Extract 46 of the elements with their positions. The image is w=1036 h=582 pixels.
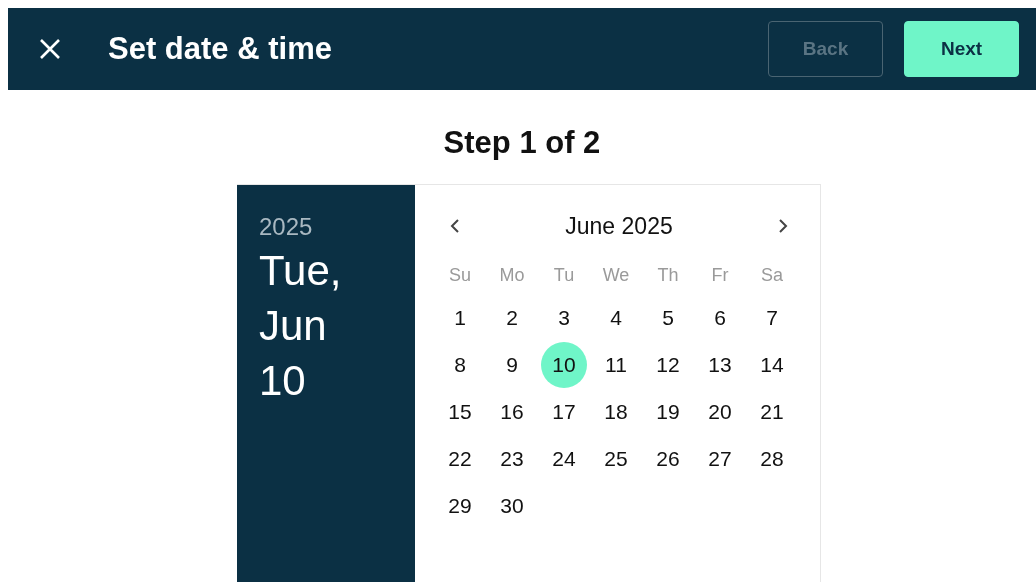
day-button[interactable]: 28 [749,435,795,482]
day-button[interactable]: 25 [593,435,639,482]
previous-month-icon[interactable] [450,218,460,234]
day-button[interactable]: 21 [749,388,795,435]
weekday-label: Sa [760,264,784,287]
weekday-label: Tu [552,264,576,287]
weekday-label: Th [656,264,680,287]
weekday-label: Su [448,264,472,287]
day-button[interactable]: 17 [541,388,587,435]
step-heading: Step 1 of 2 [442,124,602,162]
day-button[interactable]: 23 [489,435,535,482]
day-button[interactable]: 19 [645,388,691,435]
day-button[interactable]: 27 [697,435,743,482]
year-label[interactable]: 2025 [259,213,313,241]
day-button[interactable]: 4 [593,294,639,341]
day-button[interactable]: 24 [541,435,587,482]
day-button[interactable]: 1 [437,294,483,341]
day-button[interactable]: 7 [749,294,795,341]
day-button[interactable]: 15 [437,388,483,435]
day-button[interactable]: 5 [645,294,691,341]
day-button[interactable]: 9 [489,341,535,388]
day-button[interactable]: 29 [437,482,483,529]
weekday-label: We [601,264,631,287]
day-button[interactable]: 18 [593,388,639,435]
selected-date: Tue, Jun 10 [259,246,343,406]
month-label: June 2025 [565,212,673,240]
day-button[interactable]: 12 [645,341,691,388]
day-button[interactable]: 8 [437,341,483,388]
day-button[interactable]: 6 [697,294,743,341]
weekday-label: Fr [710,264,730,287]
weekday-label: Mo [498,264,526,287]
day-button[interactable]: 30 [489,482,535,529]
day-button[interactable]: 16 [489,388,535,435]
day-button[interactable]: 13 [697,341,743,388]
day-button[interactable]: 14 [749,341,795,388]
day-button[interactable]: 10 [541,341,587,388]
day-button[interactable]: 26 [645,435,691,482]
next-button[interactable]: Next [904,21,1019,77]
next-month-icon[interactable] [778,218,788,234]
day-button[interactable]: 22 [437,435,483,482]
window-title: Set date & time [108,31,332,67]
day-button[interactable]: 11 [593,341,639,388]
close-icon[interactable] [39,38,61,60]
day-button[interactable]: 3 [541,294,587,341]
day-button[interactable]: 2 [489,294,535,341]
day-button[interactable]: 20 [697,388,743,435]
